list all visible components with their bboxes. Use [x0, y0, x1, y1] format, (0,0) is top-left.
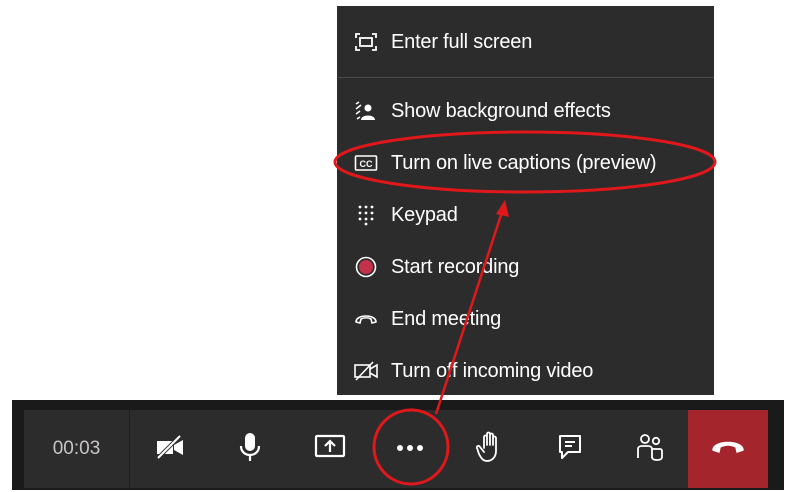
menu-divider [337, 77, 714, 78]
end-meeting-icon [353, 306, 379, 332]
background-effects-icon [353, 98, 379, 124]
more-actions-menu: Enter full screen Show background effect… [337, 6, 714, 395]
menu-item-enter-full-screen[interactable]: Enter full screen [337, 17, 714, 67]
menu-item-label: Turn off incoming video [391, 359, 594, 382]
share-screen-icon [314, 433, 346, 466]
menu-item-label: Show background effects [391, 99, 611, 122]
raise-hand-button[interactable] [450, 410, 530, 488]
fullscreen-icon [353, 29, 379, 55]
chat-button[interactable] [530, 410, 610, 488]
menu-item-label: End meeting [391, 307, 502, 330]
raise-hand-icon [475, 431, 504, 468]
menu-item-start-recording[interactable]: Start recording [337, 242, 714, 292]
menu-item-label: Keypad [391, 203, 458, 226]
microphone-icon [237, 431, 263, 468]
menu-item-label: Start recording [391, 255, 520, 278]
menu-item-turn-on-live-captions[interactable]: CC Turn on live captions (preview) [337, 138, 714, 188]
menu-item-turn-off-incoming-video[interactable]: Turn off incoming video [337, 346, 714, 396]
more-actions-button[interactable] [370, 410, 450, 488]
meeting-timer: 00:03 [24, 410, 130, 488]
menu-item-show-background-effects[interactable]: Show background effects [337, 86, 714, 136]
closed-captions-icon: CC [353, 150, 379, 176]
participants-button[interactable] [610, 410, 690, 488]
svg-text:CC: CC [360, 159, 373, 169]
participants-icon [635, 432, 665, 467]
keypad-icon [353, 202, 379, 228]
video-off-icon [353, 358, 379, 384]
share-screen-button[interactable] [290, 410, 370, 488]
menu-item-label: Turn on live captions (preview) [391, 151, 657, 174]
microphone-button[interactable] [210, 410, 290, 488]
menu-item-keypad[interactable]: Keypad [337, 190, 714, 240]
chat-icon [556, 433, 584, 466]
record-icon [353, 254, 379, 280]
camera-toggle-button[interactable] [130, 410, 210, 488]
camera-off-icon [154, 434, 186, 465]
menu-item-label: Enter full screen [391, 30, 533, 53]
meeting-toolbar: 00:03 [24, 410, 768, 488]
hang-up-icon [711, 439, 745, 460]
hang-up-button[interactable] [688, 410, 768, 488]
more-actions-icon [395, 440, 425, 458]
menu-item-end-meeting[interactable]: End meeting [337, 294, 714, 344]
